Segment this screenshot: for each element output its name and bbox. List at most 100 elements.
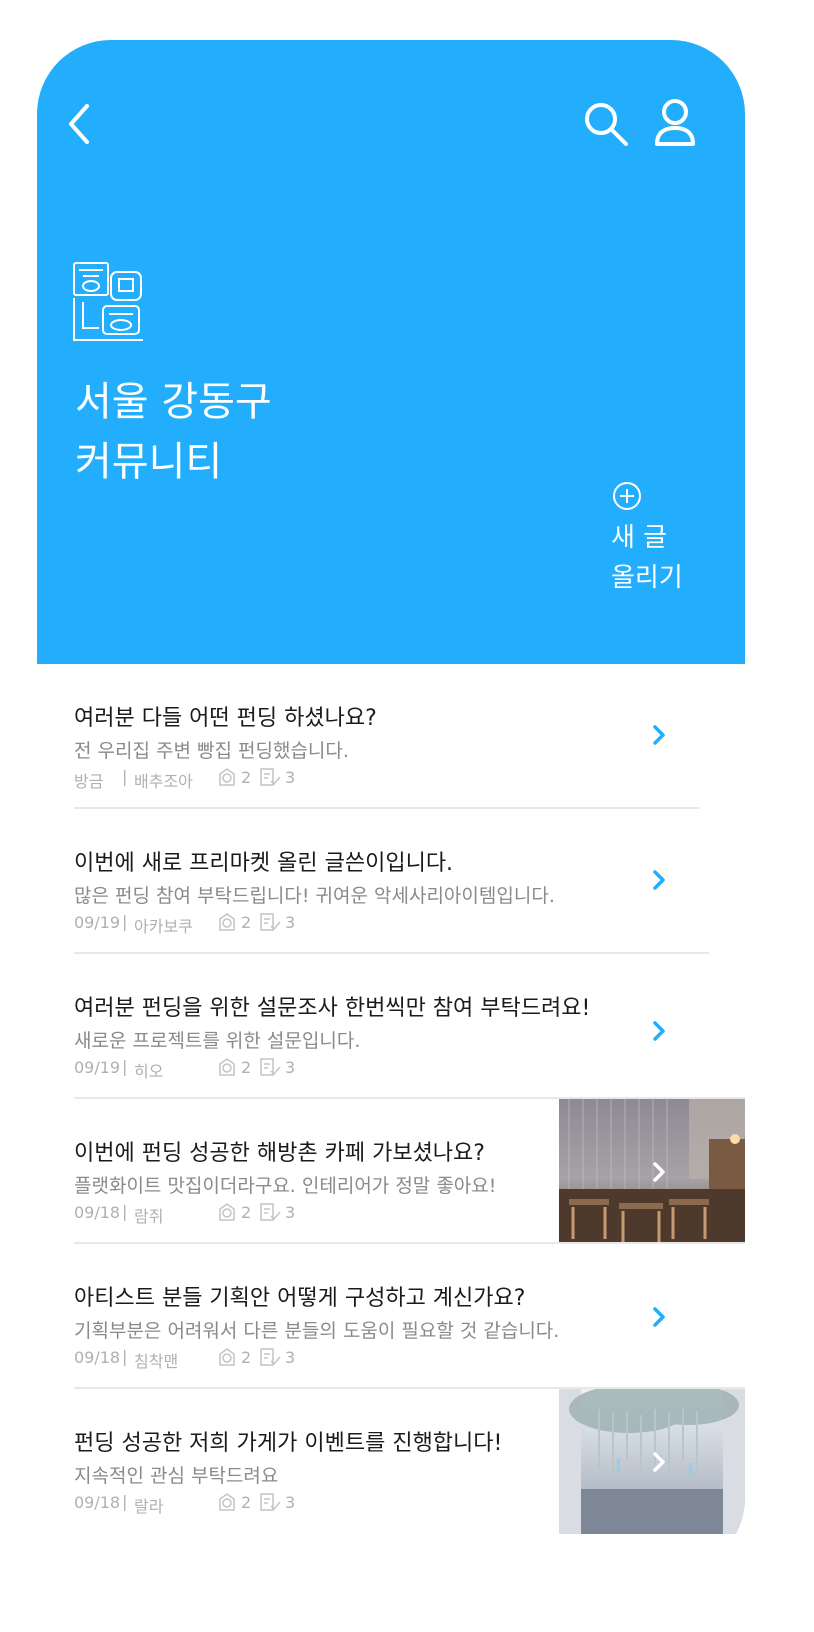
app-screen: 서울 강동구 커뮤니티 새 글 올리기 여러분 다들 어떤 펀딩 하셨나요? 전… (37, 40, 745, 1572)
comment-count: 3 (259, 1202, 295, 1222)
post-description: 플랫화이트 맛집이더라구요. 인테리어가 정말 좋아요! (74, 1175, 497, 1197)
post-date: 09/18 (74, 1348, 121, 1367)
meta-separator: | (122, 1057, 128, 1076)
like-count-value: 2 (241, 1492, 252, 1512)
search-icon (585, 103, 628, 146)
comment-count: 3 (259, 1492, 295, 1512)
title-line-2: 커뮤니티 (75, 439, 223, 485)
post-meta: 09/19 | 히오 2 3 (74, 1057, 374, 1081)
post-meta: 09/19 | 아카보쿠 2 3 (74, 912, 374, 936)
search-button[interactable] (582, 100, 632, 150)
like-icon (219, 1493, 235, 1511)
post-title: 여러분 펀딩을 위한 설문조사 한번씩만 참여 부탁드려요! (74, 996, 591, 1021)
like-icon (219, 1203, 235, 1221)
page-title: 서울 강동구 커뮤니티 (75, 372, 475, 492)
like-count-value: 2 (241, 1202, 252, 1222)
like-count: 2 (217, 1492, 251, 1512)
meta-separator: | (122, 1347, 128, 1366)
title-line-1: 서울 강동구 (75, 379, 272, 425)
chevron-right-icon (653, 870, 665, 890)
post-description: 지속적인 관심 부탁드려요 (74, 1465, 279, 1487)
post-item[interactable]: 여러분 펀딩을 위한 설문조사 한번씩만 참여 부탁드려요! 새로운 프로젝트를… (37, 954, 745, 1099)
chevron-left-icon (69, 104, 89, 144)
comment-count-value: 3 (285, 1202, 296, 1222)
post-description: 기획부분은 어려워서 다른 분들의 도움이 필요할 것 같습니다. (74, 1320, 560, 1342)
comment-icon (260, 1348, 281, 1366)
meta-separator: | (122, 767, 128, 786)
post-list: 여러분 다들 어떤 펀딩 하셨나요? 전 우리집 주변 빵집 펀딩했습니다. 방… (37, 664, 745, 1534)
new-post-label-1: 새 글 (611, 523, 668, 553)
post-description: 많은 펀딩 참여 부탁드립니다! 귀여운 악세사리아이템입니다. (74, 885, 555, 907)
post-date: 방금 (74, 772, 104, 791)
chevron-right-icon (653, 1307, 665, 1327)
header-banner: 서울 강동구 커뮤니티 새 글 올리기 (37, 40, 745, 664)
post-author: 침착맨 (134, 1352, 179, 1371)
like-icon (219, 1348, 235, 1366)
post-title: 이번에 펀딩 성공한 해방촌 카페 가보셨나요? (74, 1141, 485, 1166)
post-title: 여러분 다들 어떤 펀딩 하셨나요? (74, 706, 377, 731)
like-count: 2 (217, 1057, 251, 1077)
comment-count: 3 (259, 767, 295, 787)
post-date: 09/19 (74, 1058, 121, 1077)
post-item[interactable]: 이번에 새로 프리마켓 올린 글쓴이입니다. 많은 펀딩 참여 부탁드립니다! … (37, 809, 745, 954)
post-date: 09/18 (74, 1493, 121, 1512)
comment-count-value: 3 (285, 767, 296, 787)
meta-separator: | (122, 1492, 128, 1511)
like-count-value: 2 (241, 1347, 252, 1367)
post-item[interactable]: 여러분 다들 어떤 펀딩 하셨나요? 전 우리집 주변 빵집 펀딩했습니다. 방… (37, 664, 745, 809)
like-count: 2 (217, 1347, 251, 1367)
post-author: 아카보쿠 (134, 917, 193, 936)
comment-count-value: 3 (285, 1492, 296, 1512)
meta-separator: | (122, 912, 128, 931)
comment-icon (260, 1493, 281, 1511)
post-title: 아티스트 분들 기획안 어떻게 구성하고 계신가요? (74, 1286, 526, 1311)
post-description: 전 우리집 주변 빵집 펀딩했습니다. (74, 740, 349, 762)
new-post-button[interactable]: 새 글 올리기 (611, 480, 721, 598)
comment-count: 3 (259, 912, 295, 932)
post-author: 히오 (134, 1062, 164, 1081)
post-meta: 09/18 | 람쥐 2 3 (74, 1202, 374, 1226)
meta-separator: | (122, 1202, 128, 1221)
post-description: 새로운 프로젝트를 위한 설문입니다. (74, 1030, 361, 1052)
like-count-value: 2 (241, 912, 252, 932)
new-post-label-2: 올리기 (611, 563, 683, 593)
profile-button[interactable] (653, 98, 697, 150)
post-item[interactable]: 이번에 펀딩 성공한 해방촌 카페 가보셨나요? 플랫화이트 맛집이더라구요. … (37, 1099, 745, 1244)
like-icon (219, 913, 235, 931)
comment-icon (260, 1203, 281, 1221)
chevron-right-icon (653, 1452, 665, 1472)
post-thumbnail (559, 1099, 745, 1244)
comment-count: 3 (259, 1057, 295, 1077)
like-count: 2 (217, 912, 251, 932)
post-title: 이번에 새로 프리마켓 올린 글쓴이입니다. (74, 851, 454, 876)
chevron-right-icon (653, 1021, 665, 1041)
comment-icon (260, 768, 281, 786)
user-icon (655, 99, 695, 146)
comment-icon (260, 913, 281, 931)
post-title: 펀딩 성공한 저희 가게가 이벤트를 진행합니다! (74, 1431, 503, 1456)
chevron-right-icon (653, 1162, 665, 1182)
post-meta: 09/18 | 침착맨 2 3 (74, 1347, 374, 1371)
post-date: 09/18 (74, 1203, 121, 1222)
post-meta: 방금 | 배추조아 2 3 (74, 767, 374, 791)
back-button[interactable] (63, 102, 103, 150)
post-author: 배추조아 (134, 772, 193, 791)
post-item[interactable]: 펀딩 성공한 저희 가게가 이벤트를 진행합니다! 지속적인 관심 부탁드려요 … (37, 1389, 745, 1534)
chevron-right-icon (653, 725, 665, 745)
comment-icon (260, 1058, 281, 1076)
comment-count-value: 3 (285, 1347, 296, 1367)
like-count: 2 (217, 1202, 251, 1222)
post-item[interactable]: 아티스트 분들 기획안 어떻게 구성하고 계신가요? 기획부분은 어려워서 다른… (37, 1244, 745, 1389)
comment-count-value: 3 (285, 912, 296, 932)
comment-count: 3 (259, 1347, 295, 1367)
comment-count-value: 3 (285, 1057, 296, 1077)
post-thumbnail (559, 1389, 745, 1534)
post-meta: 09/18 | 랄라 2 3 (74, 1492, 374, 1516)
like-count: 2 (217, 767, 251, 787)
post-author: 랄라 (134, 1497, 164, 1516)
like-count-value: 2 (241, 1057, 252, 1077)
community-logo (73, 262, 143, 341)
like-count-value: 2 (241, 767, 252, 787)
like-icon (219, 1058, 235, 1076)
plus-circle-icon (613, 482, 641, 510)
